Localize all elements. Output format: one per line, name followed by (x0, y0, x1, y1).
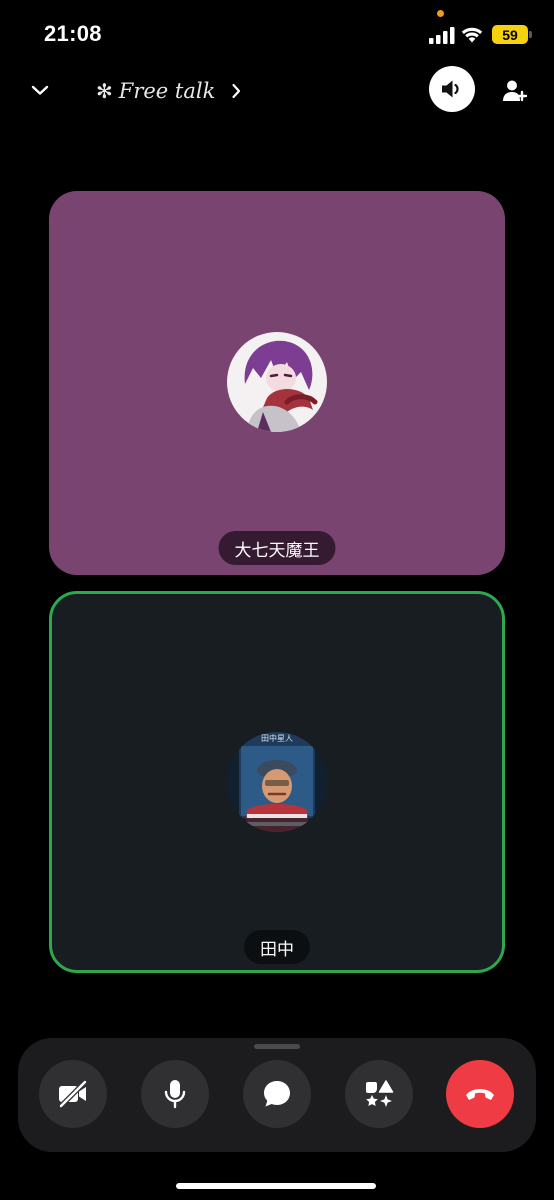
add-user-button[interactable] (500, 76, 530, 106)
channel-emoji: ✻ (96, 79, 113, 103)
battery-level: 59 (502, 26, 518, 43)
speaker-button[interactable] (429, 66, 475, 112)
participant-name: 田中 (244, 930, 310, 964)
collapse-button[interactable] (26, 76, 54, 104)
channel-title-button[interactable]: ✻ Free talk (96, 74, 241, 108)
camera-toggle-button[interactable] (39, 1060, 107, 1128)
participant-tile[interactable]: 大七天魔王 (49, 191, 505, 575)
activities-icon (366, 1080, 394, 1107)
speaker-icon (442, 80, 459, 98)
voice-call-screen: 21:08 59 ✻ Free talk 大七天魔王 田中星人 田中 (0, 0, 554, 1200)
call-header: ✻ Free talk (0, 64, 554, 118)
chat-button[interactable] (243, 1060, 311, 1128)
chevron-right-icon (231, 83, 241, 99)
call-controls-panel (18, 1038, 536, 1152)
signal-icon (429, 27, 455, 44)
battery-icon: 59 (492, 25, 528, 44)
hang-up-icon (466, 1089, 494, 1100)
participant-tile-speaking[interactable]: 田中星人 田中 (49, 591, 505, 973)
activities-button[interactable] (345, 1060, 413, 1128)
drag-handle[interactable] (254, 1044, 300, 1049)
chat-icon (264, 1081, 290, 1107)
add-user-icon (503, 80, 528, 102)
battery-cap (529, 31, 532, 38)
microphone-button[interactable] (141, 1060, 209, 1128)
channel-title: Free talk (118, 79, 216, 103)
anime-character-avatar (227, 332, 327, 432)
avatar-caption: 田中星人 (261, 733, 293, 743)
camera-off-icon (58, 1080, 88, 1108)
participant-name: 大七天魔王 (218, 531, 336, 565)
chevron-down-icon (31, 85, 49, 95)
helmeted-character-avatar: 田中星人 (227, 732, 327, 832)
microphone-icon (164, 1080, 186, 1109)
status-time: 21:08 (44, 21, 102, 46)
hang-up-button[interactable] (446, 1060, 514, 1128)
wifi-icon (461, 27, 483, 43)
status-bar: 21:08 59 (0, 0, 554, 70)
home-indicator[interactable] (176, 1183, 376, 1189)
privacy-indicator (437, 10, 444, 17)
